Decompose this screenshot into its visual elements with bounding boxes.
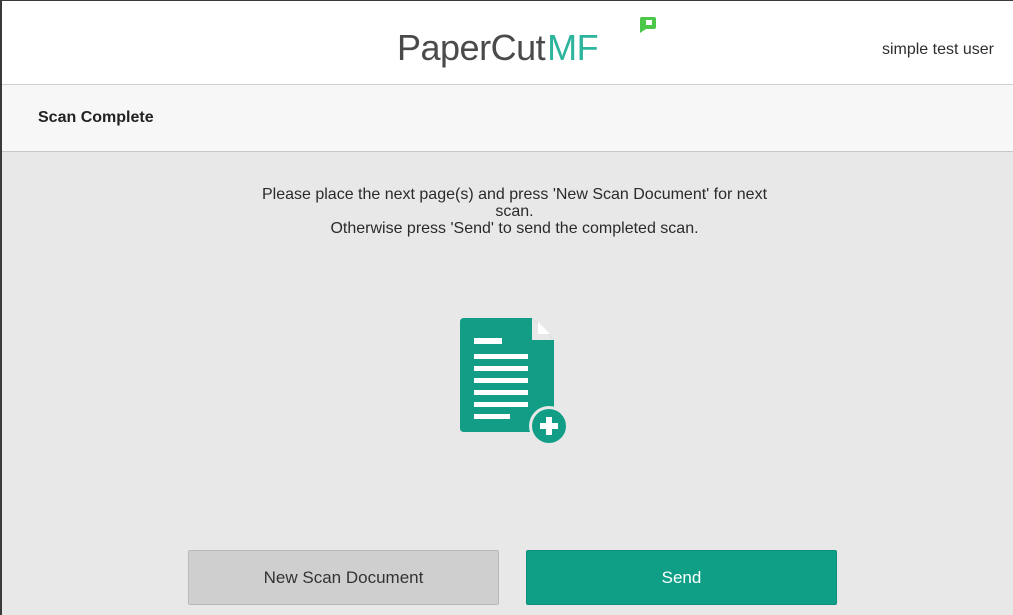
message-line-3: Otherwise press 'Send' to send the compl… <box>330 220 699 237</box>
title-bar: Scan Complete <box>2 85 1013 152</box>
papercut-leaf-icon <box>640 17 656 33</box>
page-title: Scan Complete <box>38 109 154 126</box>
papercut-logo: PaperCutMF <box>397 17 656 77</box>
app-frame: PaperCutMF simple test user Scan Complet… <box>0 0 1013 615</box>
logo-text-accent: MF <box>547 27 599 68</box>
header: PaperCutMF simple test user <box>2 1 1013 85</box>
new-scan-document-button[interactable]: New Scan Document <box>188 550 499 605</box>
message-line-2: scan. <box>495 203 534 220</box>
send-button[interactable]: Send <box>526 550 837 605</box>
user-name: simple test user <box>881 41 994 58</box>
logo-text-main: PaperCut <box>397 27 546 68</box>
document-add-icon <box>460 318 569 446</box>
message-line-1: Please place the next page(s) and press … <box>261 186 768 203</box>
instruction-message: Please place the next page(s) and press … <box>202 186 827 237</box>
